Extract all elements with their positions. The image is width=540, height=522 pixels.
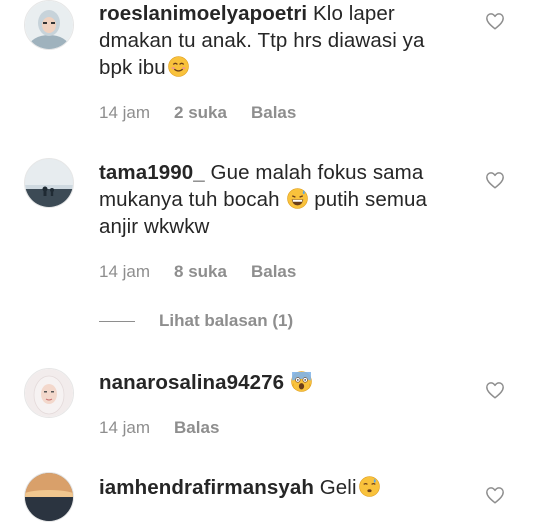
comment-username[interactable]: nanarosalina94276 bbox=[99, 371, 284, 394]
comment-text: iamhendrafirmansyah Geli bbox=[99, 474, 459, 501]
comment-text: tama1990_ Gue malah fokus sama mukanya t… bbox=[99, 159, 459, 240]
avatar[interactable] bbox=[24, 472, 74, 522]
smiling-face-emoji-icon bbox=[168, 56, 189, 77]
comment-username[interactable]: tama1990_ bbox=[99, 161, 205, 184]
comment-body: Geli bbox=[313, 476, 357, 499]
reply-button[interactable]: Balas bbox=[251, 103, 296, 123]
comment-text: roeslanimoelyapoetri Klo laper dmakan tu… bbox=[99, 0, 459, 81]
view-replies-label[interactable]: Lihat balasan (1) bbox=[159, 311, 293, 331]
replies-divider bbox=[99, 321, 135, 322]
avatar[interactable] bbox=[24, 368, 74, 418]
heart-icon[interactable] bbox=[485, 381, 505, 399]
avatar[interactable] bbox=[24, 158, 74, 208]
grinning-sweat-emoji-icon bbox=[287, 188, 309, 209]
heart-icon[interactable] bbox=[485, 171, 505, 189]
comment-time: 14 jam bbox=[99, 418, 151, 437]
heart-icon[interactable] bbox=[485, 486, 505, 504]
comment-time: 14 jam bbox=[99, 103, 151, 122]
reply-button[interactable]: Balas bbox=[174, 418, 219, 438]
comment-meta: 14 jam 8 suka Balas bbox=[99, 262, 320, 282]
avatar[interactable] bbox=[24, 0, 74, 50]
heart-icon[interactable] bbox=[485, 12, 505, 30]
comment-meta: 14 jam Balas bbox=[99, 418, 243, 438]
comment-username[interactable]: iamhendrafirmansyah bbox=[99, 476, 314, 499]
like-count[interactable]: 2 suka bbox=[174, 103, 227, 123]
comment-meta: 14 jam 2 suka Balas bbox=[99, 103, 320, 123]
comment-text: nanarosalina94276 bbox=[99, 369, 459, 396]
screaming-face-emoji-icon bbox=[291, 371, 312, 392]
comment-time: 14 jam bbox=[99, 262, 151, 281]
anxious-sweat-emoji-icon bbox=[358, 476, 380, 497]
like-count[interactable]: 8 suka bbox=[174, 262, 227, 282]
comment-username[interactable]: roeslanimoelyapoetri bbox=[99, 2, 307, 25]
reply-button[interactable]: Balas bbox=[251, 262, 296, 282]
